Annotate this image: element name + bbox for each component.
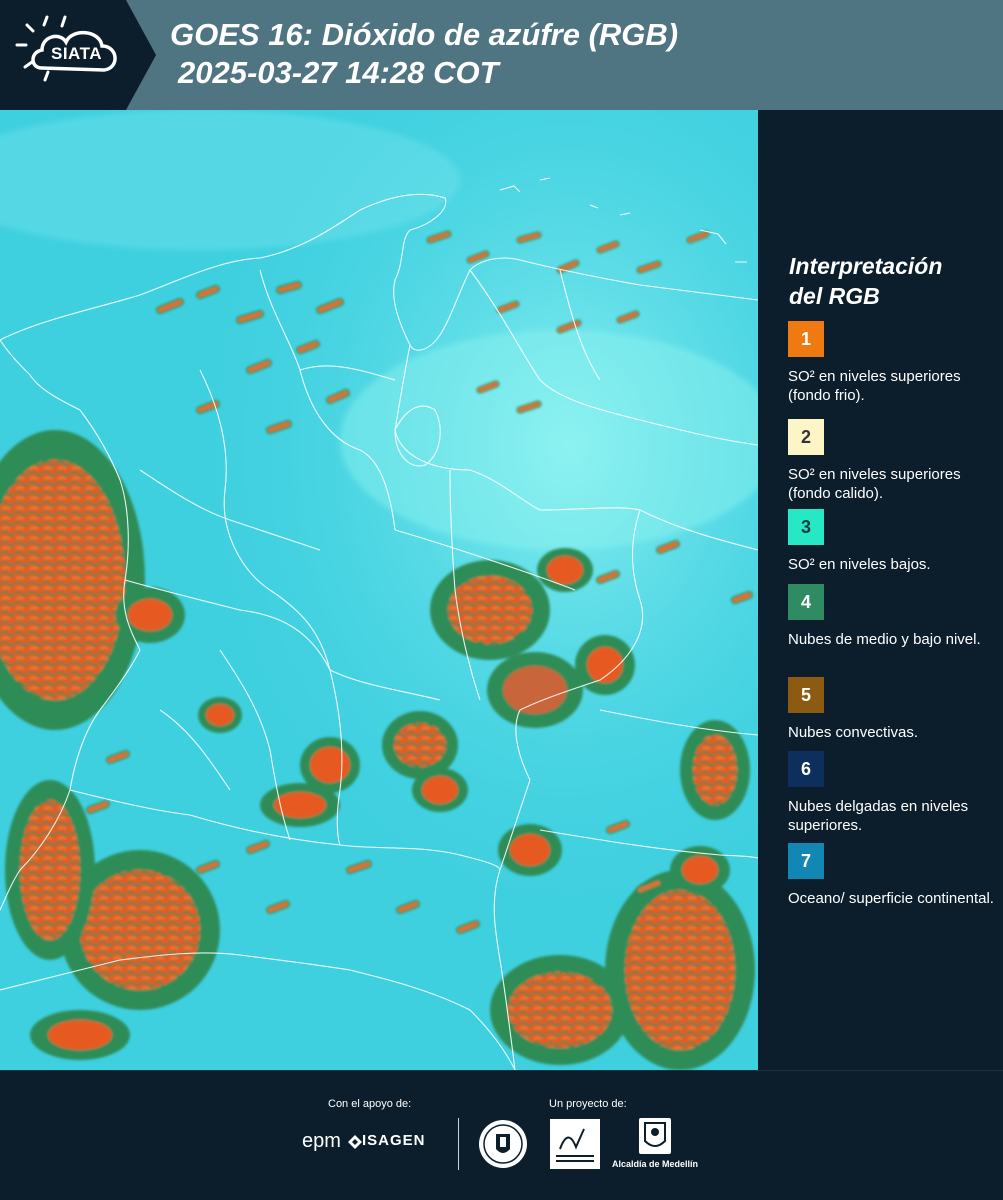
siata-logo-text: SIATA	[51, 44, 102, 63]
legend-text-7: Oceano/ superficie continental.	[788, 890, 994, 907]
isagen-logo: ISAGEN	[362, 1132, 426, 1149]
legend-swatch-7: 7	[788, 843, 824, 879]
footer: Con el apoyo de: Un proyecto de: epm ISA…	[0, 1070, 1003, 1200]
legend-swatch-4: 4	[788, 584, 824, 620]
legend-item-5: 5 Nubes convectivas.	[788, 677, 998, 742]
isagen-icon	[348, 1135, 362, 1154]
legend-text-6: Nubes delgadas en niveles superiores.	[788, 798, 969, 834]
siata-logo: SIATA	[0, 0, 156, 110]
legend-item-7: 7 Oceano/ superficie continental.	[788, 843, 998, 908]
legend-swatch-2: 2	[788, 419, 824, 455]
legend-swatch-5: 5	[788, 677, 824, 713]
legend-item-6: 6 Nubes delgadas en niveles superiores.	[788, 751, 998, 835]
legend-swatch-3: 3	[788, 509, 824, 545]
legend-text-2: SO² en niveles superiores (fondo calido)…	[788, 466, 961, 502]
footer-divider	[458, 1118, 459, 1170]
legend-text-4: Nubes de medio y bajo nivel.	[788, 631, 981, 648]
legend-item-1: 1 SO² en niveles superiores (fondo frio)…	[788, 321, 998, 405]
legend-panel: Interpretación del RGB 1 SO² en niveles …	[758, 110, 1003, 1070]
legend-item-2: 2 SO² en niveles superiores (fondo calid…	[788, 419, 998, 509]
legend-text-1: SO² en niveles superiores (fondo frio).	[788, 368, 961, 404]
legend-title-line-1: Interpretación	[789, 253, 943, 279]
legend-swatch-6: 6	[788, 751, 824, 787]
header-bar: SIATA GOES 16: Dióxido de azúfre (RGB) 2…	[0, 0, 1003, 110]
area-metropolitana-logo	[550, 1119, 600, 1174]
medellin-seal-icon	[478, 1119, 528, 1174]
alcaldia-shield-icon	[638, 1117, 672, 1160]
project-label: Un proyecto de:	[549, 1098, 627, 1110]
alcaldia-label: Alcaldía de Medellín	[612, 1159, 699, 1169]
title-line-2: 2025-03-27 14:28 COT	[178, 55, 499, 90]
legend-title: Interpretación del RGB	[789, 251, 942, 311]
legend-item-3: 3 SO² en niveles bajos.	[788, 509, 998, 574]
legend-title-line-2: del RGB	[789, 283, 880, 309]
legend-item-4: 4 Nubes de medio y bajo nivel.	[788, 584, 998, 649]
support-label: Con el apoyo de:	[328, 1098, 412, 1110]
legend-text-5: Nubes convectivas.	[788, 724, 919, 741]
legend-text-3: SO² en niveles bajos.	[788, 556, 931, 573]
page-title: GOES 16: Dióxido de azúfre (RGB) 2025-03…	[170, 16, 678, 92]
epm-logo: epm	[302, 1130, 341, 1152]
satellite-map	[0, 110, 758, 1070]
legend-swatch-1: 1	[788, 321, 824, 357]
title-line-1: GOES 16: Dióxido de azúfre (RGB)	[170, 17, 679, 52]
